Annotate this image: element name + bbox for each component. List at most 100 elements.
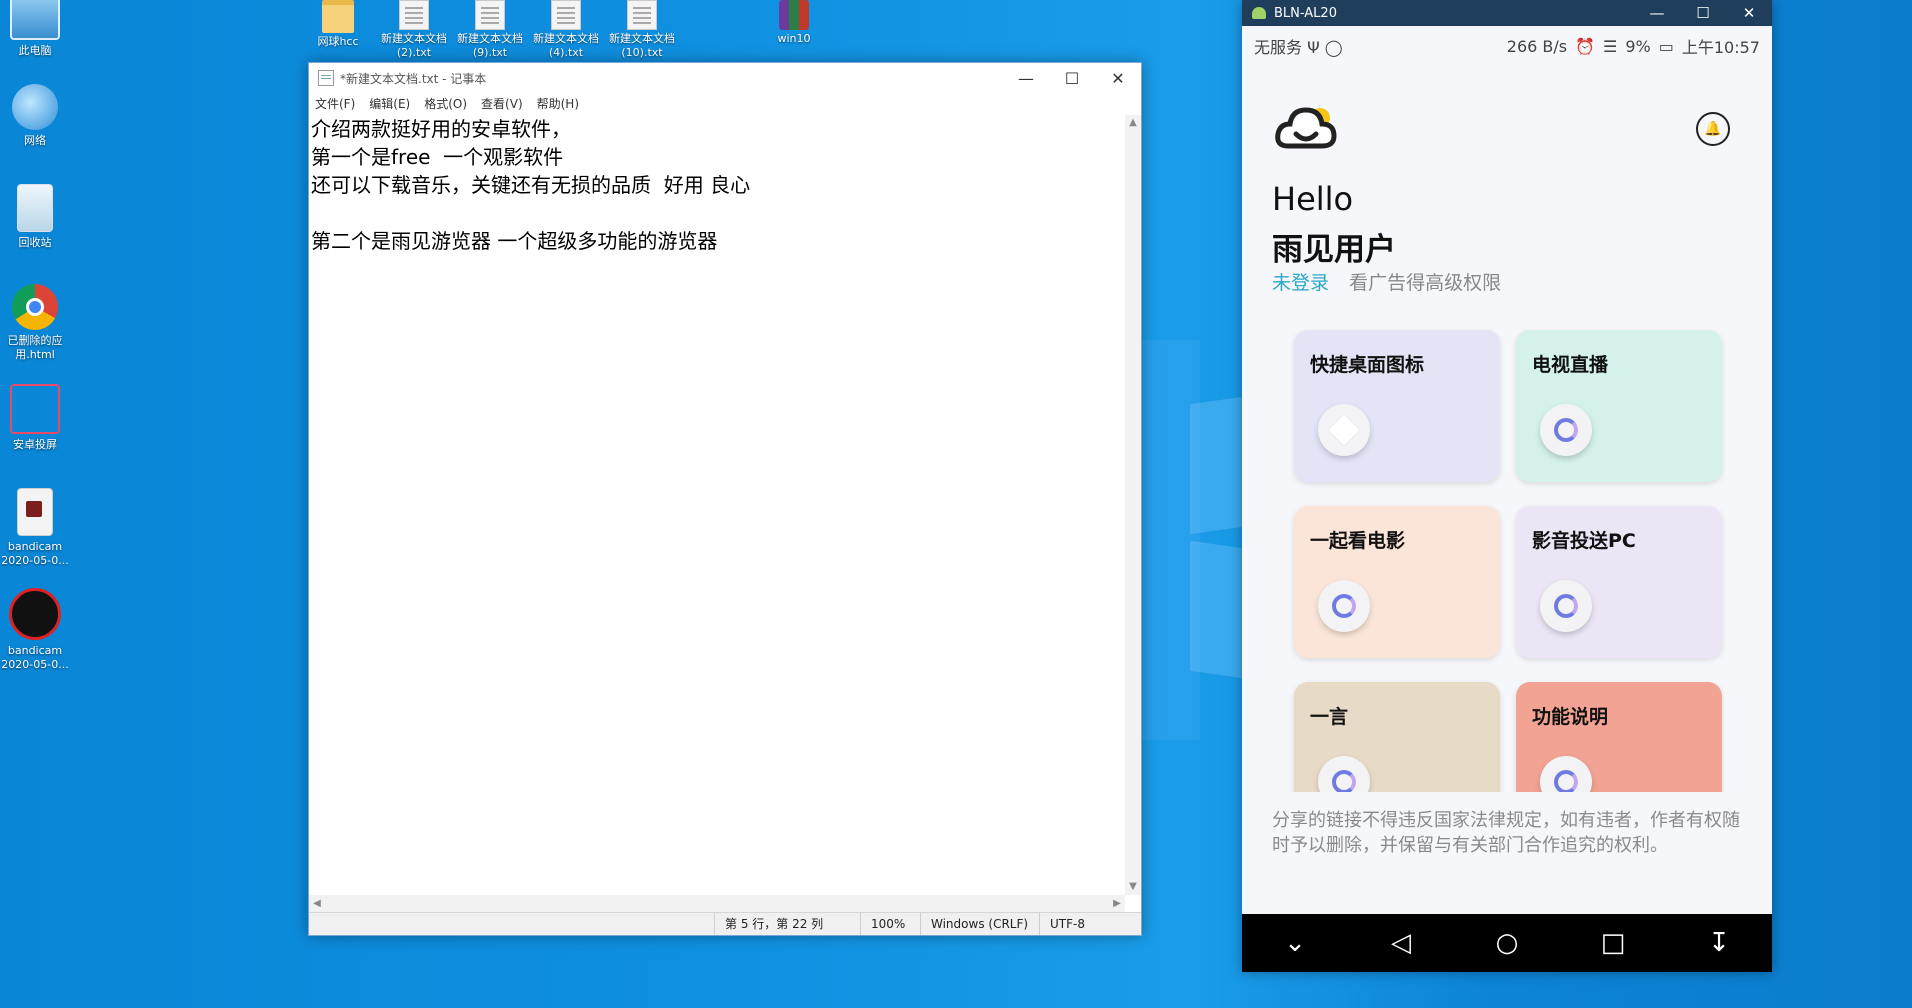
browser-e-icon <box>1332 770 1356 792</box>
battery-icon: ▭ <box>1658 36 1674 56</box>
menu-icon[interactable]: ↧ <box>1689 928 1749 958</box>
menu-format[interactable]: 格式(O) <box>424 95 467 112</box>
username: 雨见用户 <box>1272 232 1396 268</box>
browser-e-icon <box>1332 594 1356 618</box>
text-file-icon <box>627 0 657 30</box>
desktop-icon-bandicam-tool[interactable]: bandicam 2020-05-0... <box>0 588 74 672</box>
shield-icon: ◯ <box>1324 38 1343 57</box>
diamond-icon <box>1328 414 1360 446</box>
notepad-icon <box>318 70 334 86</box>
android-navigation-bar: ⌄ ◁ ○ □ ↧ <box>1242 914 1772 972</box>
computer-icon <box>10 0 60 40</box>
cloud-logo-icon <box>1272 96 1340 164</box>
card-action-button[interactable] <box>1318 756 1370 792</box>
desktop-text-file[interactable]: 新建文本文档 (2).txt <box>376 0 452 60</box>
card-watch-movie[interactable]: 一起看电影 <box>1294 506 1500 658</box>
login-row: 未登录 看广告得高级权限 <box>1272 268 1501 295</box>
carrier-text: 无服务 Ψ ◯ <box>1254 38 1343 57</box>
battery-percent: 9% <box>1625 36 1651 56</box>
status-bar: 第 5 行，第 22 列 100% Windows (CRLF) UTF-8 <box>309 912 1141 935</box>
archive-icon <box>779 0 809 30</box>
card-desktop-shortcut[interactable]: 快捷桌面图标 <box>1294 330 1500 482</box>
card-cast-to-pc[interactable]: 影音投送PC <box>1516 506 1722 658</box>
menu-bar: 文件(F) 编辑(E) 格式(O) 查看(V) 帮助(H) <box>309 93 1141 113</box>
card-hitokoto[interactable]: 一言 <box>1294 682 1500 792</box>
alarm-icon: ⏰ <box>1575 36 1596 56</box>
desktop-icon-this-pc[interactable]: 此电脑 <box>0 0 74 58</box>
wallpaper-logo-pane <box>1190 540 1250 680</box>
video-file-icon <box>17 488 53 536</box>
cursor-position: 第 5 行，第 22 列 <box>714 913 823 935</box>
notepad-window: *新建文本文档.txt - 记事本 — ☐ ✕ 文件(F) 编辑(E) 格式(O… <box>308 62 1142 936</box>
wifi-icon: ☰ <box>1603 36 1618 56</box>
network-speed: 266 B/s <box>1506 36 1568 56</box>
android-icon <box>1252 7 1266 19</box>
text-file-icon <box>551 0 581 30</box>
menu-view[interactable]: 查看(V) <box>481 95 523 112</box>
folder-icon <box>322 0 354 33</box>
home-icon[interactable]: ○ <box>1477 928 1537 958</box>
desktop-icon-android-mirror[interactable]: 安卓投屏 <box>0 384 74 452</box>
desktop-icon-deleted-apps[interactable]: 已删除的应用.html <box>0 284 74 362</box>
legal-notice: 分享的链接不得违反国家法律规定，如有违者，作者有权随时予以删除，并保留与有关部门… <box>1272 810 1740 856</box>
phone-window-titlebar[interactable]: BLN-AL20 — ☐ ✕ <box>1242 0 1772 26</box>
notification-bell-icon[interactable]: 🔔 <box>1696 112 1730 146</box>
phone-mirror-window: BLN-AL20 — ☐ ✕ 无服务 Ψ ◯ 266 B/s ⏰ ☰ 9% ▭ … <box>1242 0 1772 972</box>
minimize-button[interactable]: — <box>1003 63 1049 93</box>
desktop-text-file[interactable]: 新建文本文档 (10).txt <box>604 0 680 60</box>
desktop-text-file[interactable]: 新建文本文档 (9).txt <box>452 0 528 60</box>
desktop-folder[interactable]: 网球hcc <box>300 0 376 49</box>
window-title: *新建文本文档.txt - 记事本 <box>340 71 487 86</box>
chrome-icon <box>12 284 58 330</box>
browser-e-icon <box>1554 418 1578 442</box>
wallpaper-logo-pane <box>1190 395 1250 535</box>
bandicam-icon <box>9 588 61 640</box>
android-status-bar: 无服务 Ψ ◯ 266 B/s ⏰ ☰ 9% ▭ 上午10:57 <box>1242 26 1772 66</box>
close-button[interactable]: ✕ <box>1726 0 1772 26</box>
recents-icon[interactable]: □ <box>1583 928 1643 958</box>
desktop-icon-bandicam-video[interactable]: bandicam 2020-05-0... <box>0 488 74 568</box>
text-file-icon <box>475 0 505 30</box>
login-link[interactable]: 未登录 <box>1272 272 1329 294</box>
scroll-right-icon[interactable]: ▶ <box>1109 895 1125 913</box>
scroll-left-icon[interactable]: ◀ <box>309 895 325 913</box>
desktop-archive[interactable]: win10 <box>756 0 832 46</box>
back-icon[interactable]: ◁ <box>1371 928 1431 958</box>
card-action-button[interactable] <box>1540 756 1592 792</box>
menu-edit[interactable]: 编辑(E) <box>369 95 410 112</box>
maximize-button[interactable]: ☐ <box>1680 0 1726 26</box>
card-action-button[interactable] <box>1318 580 1370 632</box>
text-file-icon <box>399 0 429 30</box>
close-button[interactable]: ✕ <box>1095 63 1141 93</box>
greeting: Hello <box>1272 180 1354 218</box>
scroll-up-icon[interactable]: ▲ <box>1125 115 1141 131</box>
chevron-down-icon[interactable]: ⌄ <box>1265 928 1325 958</box>
vertical-scrollbar[interactable]: ▲ ▼ <box>1125 115 1141 895</box>
zoom-level: 100% <box>860 913 905 935</box>
card-tv-live[interactable]: 电视直播 <box>1516 330 1722 482</box>
scroll-down-icon[interactable]: ▼ <box>1125 879 1141 895</box>
text-editor[interactable]: 介绍两款挺好用的安卓软件， 第一个是free 一个观影软件 还可以下载音乐，关键… <box>311 115 1125 895</box>
screen-mirror-icon <box>10 384 60 434</box>
desktop-icon-recycle-bin[interactable]: 回收站 <box>0 184 74 250</box>
desktop-text-file[interactable]: 新建文本文档 (4).txt <box>528 0 604 60</box>
card-action-button[interactable] <box>1318 404 1370 456</box>
menu-file[interactable]: 文件(F) <box>315 95 355 112</box>
ad-permission-link[interactable]: 看广告得高级权限 <box>1349 272 1501 294</box>
horizontal-scrollbar[interactable]: ◀ ▶ <box>309 895 1125 913</box>
maximize-button[interactable]: ☐ <box>1049 63 1095 93</box>
desktop-icon-network[interactable]: 网络 <box>0 84 74 148</box>
card-action-button[interactable] <box>1540 404 1592 456</box>
card-action-button[interactable] <box>1540 580 1592 632</box>
recycle-bin-icon <box>17 184 53 232</box>
menu-help[interactable]: 帮助(H) <box>537 95 579 112</box>
notepad-titlebar[interactable]: *新建文本文档.txt - 记事本 — ☐ ✕ <box>309 63 1141 93</box>
encoding: UTF-8 <box>1039 913 1085 935</box>
minimize-button[interactable]: — <box>1634 0 1680 26</box>
usb-icon: Ψ <box>1307 38 1320 57</box>
feature-grid: 快捷桌面图标 电视直播 一起看电影 影音投送PC 一言 功能说明 <box>1242 320 1772 792</box>
network-icon <box>12 84 58 130</box>
card-help[interactable]: 功能说明 <box>1516 682 1722 792</box>
device-name: BLN-AL20 <box>1274 5 1337 21</box>
browser-e-icon <box>1554 594 1578 618</box>
